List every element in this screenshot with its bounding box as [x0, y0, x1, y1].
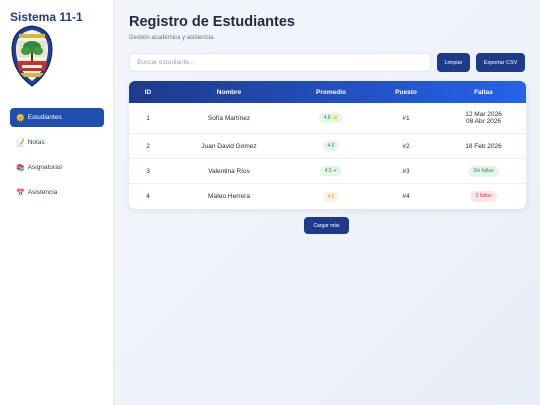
table-header: ID Nombre Promedio Puesto Faltas — [129, 81, 526, 103]
cell-average: 4.5 ✔ — [291, 166, 371, 176]
cell-id: 4 — [146, 193, 150, 200]
books-icon: 📚 — [16, 164, 25, 172]
average-badge: 4.2 — [322, 191, 340, 202]
cell-rank: #3 — [402, 167, 410, 175]
cell-absences: 12 Mar 2026 08 Abr 2026 — [441, 111, 526, 125]
absence-date: 12 Mar 2026 — [465, 111, 502, 118]
sidebar-item-asignaturas[interactable]: 📚 Asignaturas — [10, 158, 104, 177]
sidebar-item-notas[interactable]: 📝 Notas — [10, 133, 104, 152]
cell-average: 4.6 — [291, 141, 371, 151]
cell-name: Mateo Herrera — [208, 193, 250, 200]
sun-icon: 🌞 — [16, 114, 25, 122]
cell-absences: Sin faltas — [441, 165, 526, 177]
table-row[interactable]: 2 Juan David Gómez 4.6 #2 18 Feb 2026 — [129, 134, 526, 159]
absence-badge: 3 faltas — [470, 191, 497, 202]
page-subtitle: Gestión académica y asistencia. — [129, 35, 216, 41]
sidebar-item-asistencia[interactable]: 📅 Asistencia — [10, 183, 104, 202]
sidebar-item-label: Notas — [27, 139, 45, 146]
cell-rank: #1 — [402, 114, 410, 122]
absence-date: 08 Abr 2026 — [465, 118, 502, 125]
cell-name: Valentina Ríos — [208, 167, 250, 175]
sidebar: Sistema 11-1 🌞 Estudiantes 📝 Notas 📚 Asi… — [0, 0, 114, 405]
column-header-id[interactable]: ID — [129, 89, 167, 96]
sidebar-item-estudiantes[interactable]: 🌞 Estudiantes — [10, 108, 104, 127]
column-header-nombre[interactable]: Nombre — [167, 89, 291, 96]
calendar-icon: 📅 — [16, 189, 25, 197]
table-row[interactable]: 1 Sofía Martínez 4.8 ⭐ #1 12 Mar 2026 08… — [129, 103, 526, 134]
average-badge: 4.6 — [322, 141, 340, 151]
sidebar-item-label: Estudiantes — [27, 114, 62, 121]
school-crest-logo — [11, 25, 53, 87]
sidebar-item-label: Asistencia — [27, 189, 58, 196]
memo-icon: 📝 — [16, 139, 25, 147]
cell-average: 4.2 — [291, 191, 371, 202]
table-row[interactable]: 4 Mateo Herrera 4.2 #4 3 faltas — [129, 184, 526, 209]
cell-name: Sofía Martínez — [207, 114, 251, 122]
column-header-faltas[interactable]: Faltas — [441, 89, 526, 96]
cell-rank: #2 — [402, 142, 410, 150]
cell-absences: 3 faltas — [441, 191, 526, 202]
sidebar-item-label: Asignaturas — [27, 164, 63, 171]
students-table: ID Nombre Promedio Puesto Faltas 1 Sofía… — [129, 81, 526, 209]
search-input[interactable] — [129, 53, 431, 72]
cell-id: 3 — [146, 167, 150, 175]
column-header-puesto[interactable]: Puesto — [371, 89, 441, 96]
page-title: Registro de Estudiantes — [129, 14, 295, 30]
load-more-button[interactable]: Cargar más — [304, 217, 349, 234]
average-badge: 4.8 ⭐ — [318, 113, 344, 123]
cell-name: Juan David Gómez — [201, 142, 257, 150]
column-header-promedio[interactable]: Promedio — [291, 89, 371, 96]
average-badge: 4.5 ✔ — [319, 166, 343, 176]
brand-title: Sistema 11-1 — [10, 10, 83, 24]
cell-average: 4.8 ⭐ — [291, 113, 371, 123]
table-row[interactable]: 3 Valentina Ríos 4.5 ✔ #3 Sin faltas — [129, 159, 526, 184]
clear-button[interactable]: Limpiar — [437, 53, 470, 72]
absence-badge: Sin faltas — [468, 165, 499, 177]
cell-id: 2 — [146, 142, 150, 150]
cell-id: 1 — [146, 114, 150, 122]
absence-date: 18 Feb 2026 — [465, 142, 502, 150]
cell-absences: 18 Feb 2026 — [441, 143, 526, 150]
cell-rank: #4 — [402, 193, 410, 200]
export-csv-button[interactable]: Exportar CSV — [476, 53, 525, 72]
